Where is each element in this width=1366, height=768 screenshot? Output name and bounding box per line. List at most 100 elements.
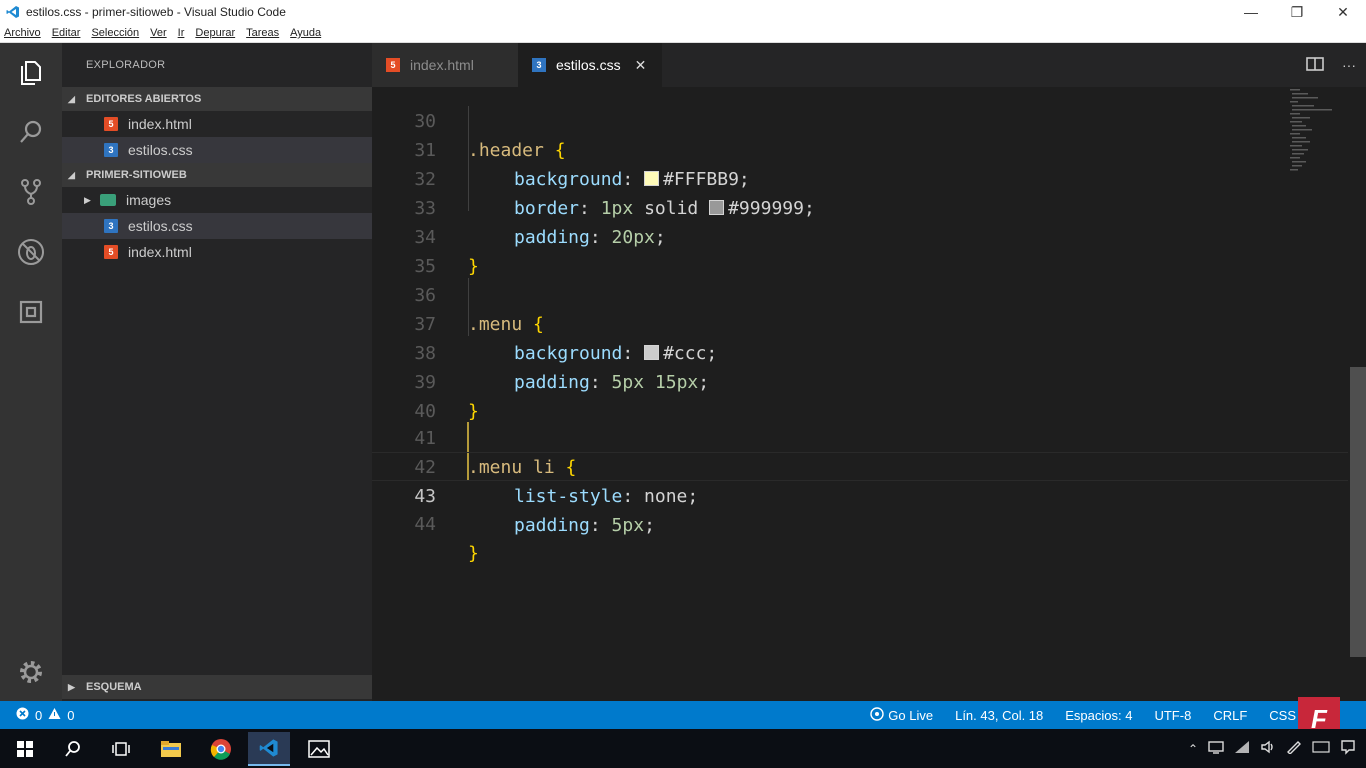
project-folder-header[interactable]: ◢ PRIMER-SITIOWEB [62,163,372,187]
vscode-taskbar-icon[interactable] [248,732,290,766]
code-line: 33 padding: 20px; [372,165,1348,248]
search-icon[interactable] [14,115,48,149]
network-icon[interactable] [1208,740,1224,757]
title-bar: estilos.css - primer-sitioweb - Visual S… [0,0,1366,24]
menu-bar: Archivo Editar Selección Ver Ir Depurar … [0,24,1366,43]
volume-icon[interactable] [1260,740,1276,757]
line-number: 44 [414,514,436,535]
chevron-right-icon: ▶ [68,681,75,692]
activity-bar [0,43,62,701]
css-file-icon: 3 [104,219,118,233]
cursor-position[interactable]: Lín. 43, Col. 18 [955,708,1043,723]
file-label: estilos.css [128,142,193,158]
chevron-up-icon[interactable]: ⌃ [1188,742,1198,756]
file-explorer-icon[interactable] [150,732,192,766]
broadcast-icon [870,706,884,724]
photos-icon[interactable] [298,732,340,766]
html-file-icon: 5 [104,117,118,131]
extensions-icon[interactable] [14,295,48,329]
language-mode[interactable]: CSS [1269,708,1296,723]
code-line: 35 [372,223,1348,277]
keyboard-icon[interactable] [1312,741,1330,756]
minimize-button[interactable]: — [1228,0,1274,24]
split-editor-icon[interactable] [1306,56,1324,75]
code-line: 34 } [372,194,1348,277]
menu-ver[interactable]: Ver [150,27,167,39]
code-line: 37 background: #ccc; [372,281,1348,364]
go-live-label: Go Live [888,707,934,723]
open-editor-estilos-css[interactable]: 3 estilos.css [62,137,372,163]
settings-gear-icon[interactable] [14,655,48,689]
error-count: 0 [35,707,43,723]
html-file-icon: 5 [386,58,400,72]
encoding[interactable]: UTF-8 [1154,708,1191,723]
tab-label: index.html [410,57,474,73]
source-control-icon[interactable] [14,175,48,209]
wifi-icon[interactable] [1234,740,1250,757]
section-label: EDITORES ABIERTOS [86,93,202,105]
code-line: 39 } [372,339,1348,422]
window-controls: — ❐ ✕ [1228,0,1366,24]
tree-item-estilos-css[interactable]: 3 estilos.css [62,213,372,239]
outline-header[interactable]: ▶ ESQUEMA [62,675,372,699]
close-icon[interactable]: ✕ [635,57,647,74]
menu-seleccion[interactable]: Selección [91,27,139,39]
code-line: 44 } [372,481,1348,564]
vscode-logo-icon [6,5,20,19]
section-label: PRIMER-SITIOWEB [86,169,187,181]
code-line: 38 padding: 5px 15px; [372,310,1348,393]
section-label: ESQUEMA [86,681,142,693]
pen-icon[interactable] [1286,740,1302,757]
code-line-current: 43 padding: 5px; [372,452,1348,536]
notifications-icon[interactable] [1340,739,1356,758]
open-editor-index-html[interactable]: 5 index.html [62,111,372,137]
code-line: 30 .header { [372,78,1348,161]
file-label: index.html [128,244,192,260]
menu-archivo[interactable]: Archivo [4,27,41,39]
explorer-icon[interactable] [14,55,48,89]
open-editors-header[interactable]: ◢ EDITORES ABIERTOS [62,87,372,111]
line-content: } [468,543,479,564]
close-window-button[interactable]: ✕ [1320,0,1366,24]
code-editor[interactable]: 30 .header { 31 background: #FFFBB9; 32 … [372,87,1366,701]
search-icon[interactable] [52,732,94,766]
indentation[interactable]: Espacios: 4 [1065,708,1132,723]
warning-icon [48,707,61,723]
code-line: 36 .menu { [372,252,1348,335]
vertical-scrollbar[interactable] [1350,367,1366,657]
windows-start-icon[interactable] [4,732,46,766]
line-content: padding: 5px; [514,515,655,536]
menu-editar[interactable]: Editar [52,27,81,39]
windows-taskbar: ⌃ [0,729,1366,768]
debug-icon[interactable] [14,235,48,269]
code-line: 41 .menu li { [372,395,1348,478]
menu-ir[interactable]: Ir [178,27,185,39]
status-items: Go Live Lín. 43, Col. 18 Espacios: 4 UTF… [870,706,1296,724]
window-title: estilos.css - primer-sitioweb - Visual S… [26,5,286,19]
code-line: 31 background: #FFFBB9; [372,107,1348,190]
html-file-icon: 5 [104,245,118,259]
menu-ayuda[interactable]: Ayuda [290,27,321,39]
file-label: index.html [128,116,192,132]
error-icon [16,707,29,723]
task-view-icon[interactable] [100,732,142,766]
tree-item-images-folder[interactable]: ▶ images [62,187,372,213]
end-of-line[interactable]: CRLF [1213,708,1247,723]
chrome-icon[interactable] [200,732,242,766]
explorer-sidebar: EXPLORADOR ◢ EDITORES ABIERTOS 5 index.h… [62,43,372,701]
tree-item-index-html[interactable]: 5 index.html [62,239,372,265]
code-line: 42 list-style: none; [372,424,1348,507]
code-line: 32 border: 1px solid #999999; [372,136,1348,219]
chevron-down-icon: ◢ [68,169,75,180]
more-actions-icon[interactable]: ··· [1342,57,1356,73]
code-line: 40 [372,368,1348,422]
menu-tareas[interactable]: Tareas [246,27,279,39]
minimap[interactable] [1288,87,1348,177]
problems-indicator[interactable]: 0 0 [16,707,74,723]
menu-depurar[interactable]: Depurar [195,27,235,39]
chevron-down-icon: ◢ [68,93,75,104]
tab-label: estilos.css [556,57,621,73]
go-live-button[interactable]: Go Live [870,706,934,724]
status-bar: 0 0 Go Live Lín. 43, Col. 18 Espacios: 4… [0,697,1366,741]
maximize-button[interactable]: ❐ [1274,0,1320,24]
